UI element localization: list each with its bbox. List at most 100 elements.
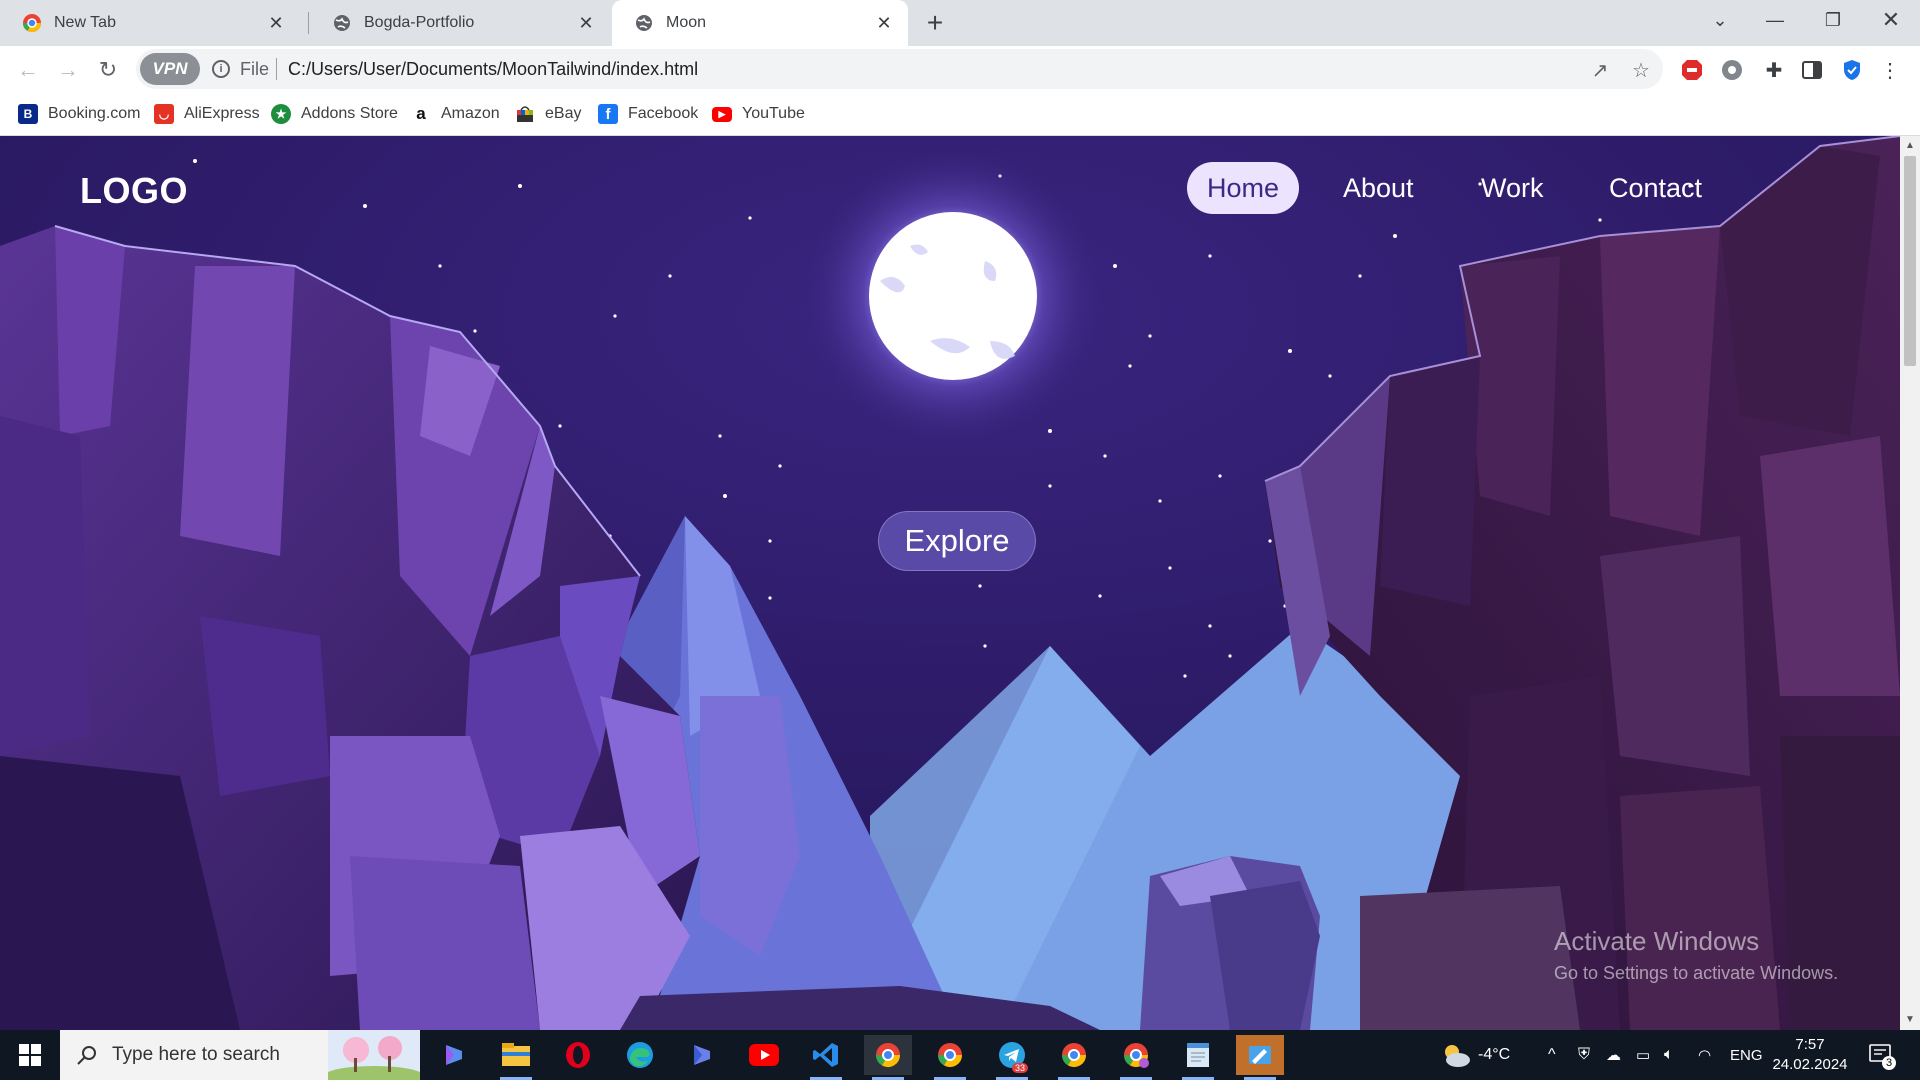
vpn-badge[interactable]: VPN <box>140 53 200 85</box>
adblock-icon[interactable] <box>1680 58 1704 82</box>
browser-toolbar: ← → ↻ VPN i File C:/Users/User/Documents… <box>0 46 1920 92</box>
new-tab-button[interactable]: + <box>918 7 952 39</box>
windows-logo-icon <box>19 1044 41 1066</box>
nav-contact[interactable]: Contact <box>1589 162 1722 214</box>
bookmark-aliexpress[interactable]: ◡ AliExpress <box>154 102 260 126</box>
forward-icon[interactable]: → <box>52 54 84 86</box>
nav-home[interactable]: Home <box>1187 162 1300 214</box>
youtube-app-icon[interactable] <box>740 1035 788 1075</box>
edge-icon[interactable] <box>616 1035 664 1075</box>
bookmark-booking[interactable]: B Booking.com <box>18 102 141 126</box>
notification-count: 3 <box>1882 1056 1896 1070</box>
share-icon[interactable]: ↗ <box>1589 59 1611 82</box>
tab-title: Bogda-Portfolio <box>364 14 475 31</box>
cloud-offline-icon[interactable]: ☁ <box>1606 1030 1621 1080</box>
clock[interactable]: 7:57 24.02.2024 <box>1770 1035 1850 1075</box>
info-icon[interactable]: i <box>212 60 230 78</box>
telegram-badge: 33 <box>1011 1063 1028 1073</box>
copilot-app-icon[interactable] <box>678 1035 726 1075</box>
bookmark-label: AliExpress <box>184 105 260 122</box>
globe-icon <box>334 15 350 31</box>
tab-title: New Tab <box>54 14 116 31</box>
weather-temperature: -4°C <box>1478 1046 1511 1063</box>
reload-icon[interactable]: ↻ <box>92 54 124 86</box>
file-explorer-icon[interactable] <box>492 1035 540 1080</box>
activate-windows-watermark: Activate Windows Go to Settings to activ… <box>1554 926 1838 984</box>
url-divider <box>276 58 277 80</box>
search-icon <box>77 1046 96 1065</box>
aliexpress-icon: ◡ <box>154 104 174 124</box>
bookmark-addons-store[interactable]: ★ Addons Store <box>271 102 398 126</box>
clock-date: 24.02.2024 <box>1772 1056 1848 1073</box>
extensions-puzzle-icon[interactable]: ✚ <box>1762 58 1786 82</box>
nav-work[interactable]: Work <box>1461 162 1564 214</box>
device-icon[interactable]: ▭ <box>1636 1030 1650 1080</box>
maximize-icon[interactable]: ❐ <box>1808 0 1858 40</box>
chrome-icon[interactable] <box>926 1035 974 1080</box>
explore-button[interactable]: Explore <box>878 511 1036 571</box>
close-tab-icon[interactable]: ✕ <box>576 13 596 33</box>
minimize-icon[interactable]: — <box>1750 0 1800 40</box>
wifi-icon[interactable]: ◠ <box>1698 1030 1711 1080</box>
bookmark-youtube[interactable]: ▶ YouTube <box>712 102 805 126</box>
tab-search-icon[interactable]: ⌄ <box>1695 0 1745 40</box>
bookmark-ebay[interactable]: eBay <box>515 102 581 126</box>
notification-center-icon[interactable]: 3 <box>1868 1030 1896 1080</box>
bookmark-label: Booking.com <box>48 105 141 122</box>
chrome-profile-icon[interactable] <box>1050 1035 1098 1080</box>
close-window-icon[interactable]: ✕ <box>1866 0 1916 40</box>
copilot-icon[interactable] <box>430 1035 478 1075</box>
vscode-icon[interactable] <box>802 1035 850 1080</box>
bitwarden-shield-icon[interactable] <box>1840 58 1864 82</box>
opera-icon[interactable] <box>554 1035 602 1075</box>
booking-icon: B <box>18 104 38 124</box>
tab-strip: New Tab ✕ Bogda-Portfolio ✕ Moon ✕ + ⌄ —… <box>0 0 1920 46</box>
start-button[interactable] <box>0 1030 60 1080</box>
defender-icon[interactable]: ⛨ <box>1578 1030 1590 1080</box>
chrome-profile-b-icon[interactable] <box>1112 1035 1160 1080</box>
tab-bogda-portfolio[interactable]: Bogda-Portfolio ✕ <box>310 0 610 46</box>
volume-icon[interactable]: 🔈︎ <box>1664 1030 1674 1080</box>
close-tab-icon[interactable]: ✕ <box>266 13 286 33</box>
scroll-up-icon[interactable]: ▲ <box>1904 140 1916 152</box>
bookmark-label: YouTube <box>742 105 805 122</box>
address-bar[interactable]: VPN i File C:/Users/User/Documents/MoonT… <box>136 49 1663 89</box>
search-highlight-art <box>328 1030 420 1080</box>
cloudy-weather-icon <box>1445 1045 1470 1067</box>
side-panel-icon[interactable] <box>1800 58 1824 82</box>
telegram-icon[interactable]: 33 <box>988 1035 1036 1080</box>
amazon-icon: a <box>411 104 431 124</box>
scrollbar-thumb[interactable] <box>1904 156 1916 366</box>
tab-new-tab[interactable]: New Tab ✕ <box>0 0 300 46</box>
ebay-icon <box>517 106 533 122</box>
back-icon[interactable]: ← <box>12 54 44 86</box>
nav-about[interactable]: About <box>1323 162 1434 214</box>
menu-icon[interactable]: ⋮ <box>1878 58 1902 82</box>
weather-widget[interactable]: -4°C <box>1440 1030 1510 1080</box>
notepad-icon[interactable] <box>1174 1035 1222 1080</box>
bookmark-facebook[interactable]: f Facebook <box>598 102 698 126</box>
tray-chevron-icon[interactable]: ^ <box>1548 1030 1556 1080</box>
clock-time: 7:57 <box>1795 1036 1825 1053</box>
extension-shield-icon[interactable] <box>1720 58 1744 82</box>
taskbar-search[interactable]: Type here to search <box>60 1030 420 1080</box>
tab-title: Moon <box>666 14 707 31</box>
url-text[interactable]: C:/Users/User/Documents/MoonTailwind/ind… <box>288 59 698 80</box>
browser-icon[interactable] <box>864 1035 912 1080</box>
close-tab-icon[interactable]: ✕ <box>874 13 894 33</box>
tab-moon[interactable]: Moon ✕ <box>612 0 908 46</box>
bookmark-star-icon[interactable]: ☆ <box>1630 59 1652 82</box>
bookmark-label: Facebook <box>628 105 699 122</box>
scroll-down-icon[interactable]: ▼ <box>1904 1014 1916 1026</box>
watermark-title: Activate Windows <box>1554 926 1760 956</box>
bookmark-label: Amazon <box>441 105 500 122</box>
youtube-icon: ▶ <box>712 106 732 122</box>
url-scheme: File <box>240 59 270 79</box>
bookmark-label: Addons Store <box>301 105 398 122</box>
bookmark-amazon[interactable]: a Amazon <box>411 102 500 126</box>
paint-icon[interactable] <box>1236 1035 1284 1080</box>
language-indicator[interactable]: ENG <box>1730 1030 1763 1080</box>
tab-divider <box>308 12 309 34</box>
vertical-scrollbar[interactable]: ▲ ▼ <box>1900 136 1920 1030</box>
site-logo[interactable]: LOGO <box>80 170 188 212</box>
